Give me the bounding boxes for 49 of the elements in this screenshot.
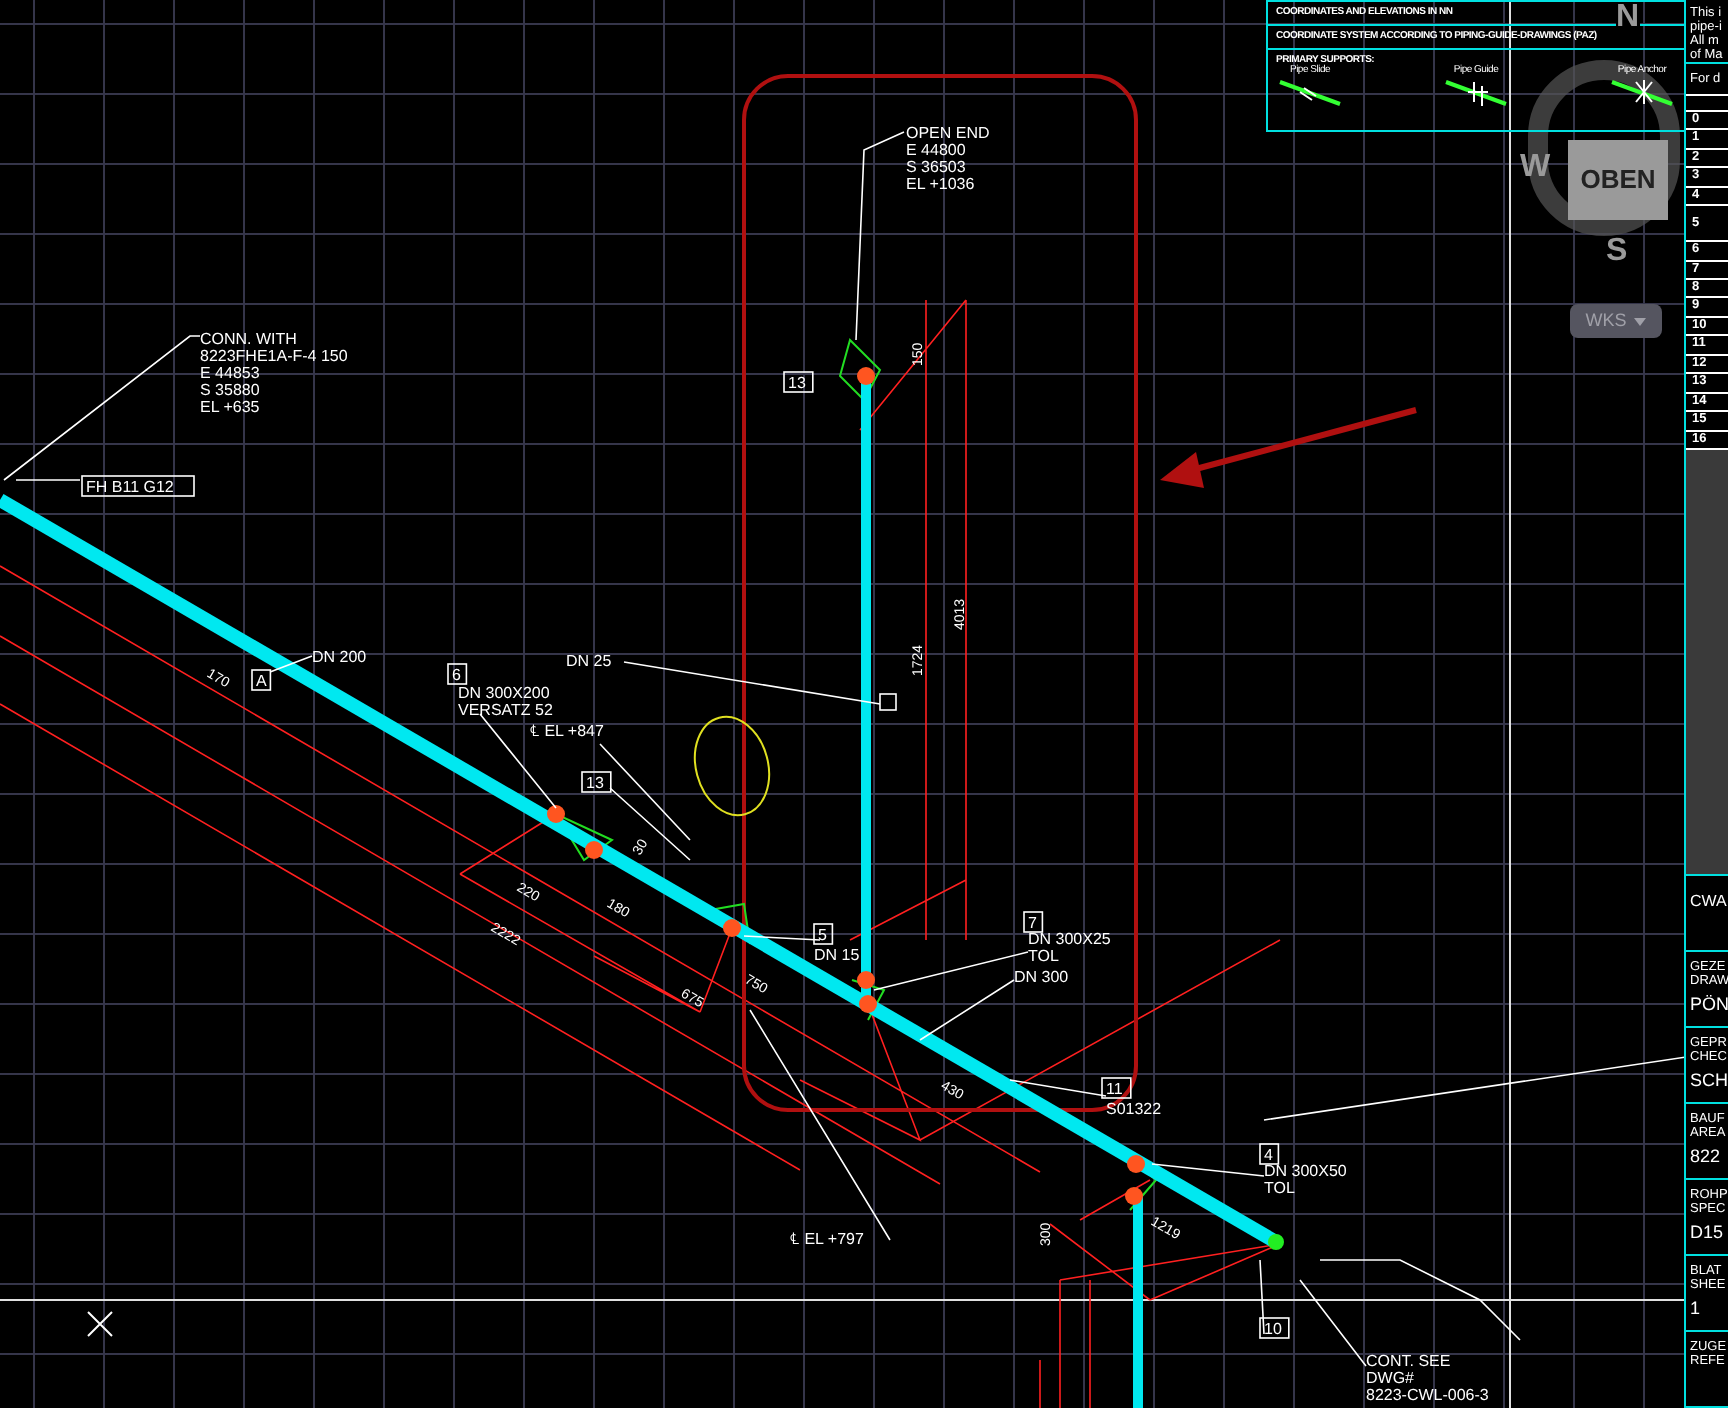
tag-label: FH B11 G12 (81, 475, 195, 497)
pipe-annotation: OPEN END E 44800 S 36503 EL +1036 (906, 124, 990, 193)
pipe-annotation: S01322 (1106, 1100, 1162, 1118)
field-text: D15 (1690, 1221, 1726, 1244)
tag-label: A (251, 669, 272, 691)
weld-point (857, 367, 875, 385)
axis-marker-icon (87, 1311, 113, 1337)
compass-west[interactable]: W (1520, 144, 1551, 192)
pipe-annotation: CONN. WITH 8223FHE1A-F-4 150 E 44853 S 35880 EL +635 (200, 330, 348, 416)
weld-point (857, 971, 875, 989)
tag-label: 10 (1259, 1317, 1290, 1339)
coordinate-system-menu[interactable]: WKS (1570, 304, 1662, 338)
tag-label: 13 (783, 371, 814, 393)
pipe-annotation: ℄ EL +797 (790, 1230, 864, 1248)
pipe-annotation: CONT. SEE DWG# 8223-CWL-006-3 (1366, 1352, 1489, 1404)
ellipse-marker (693, 715, 771, 817)
pipe-annotation: DN 300 (1014, 968, 1069, 986)
field-text: CWA (1690, 889, 1728, 912)
pipe-guide-icon (1442, 76, 1510, 108)
weld-point (585, 841, 603, 859)
pipe-annotation: DN 15 (814, 946, 860, 964)
weld-point (1125, 1187, 1143, 1205)
pipe-annotation: DN 200 (312, 648, 367, 666)
pipe-annotation: ℄ EL +847 (530, 722, 604, 740)
caret-icon (1634, 317, 1647, 325)
pipe-anchor-icon (1608, 76, 1676, 108)
tag-label: 5 (813, 923, 834, 945)
field-text: PÖN (1690, 993, 1728, 1016)
pipe-annotation: DN 300X50 TOL (1264, 1162, 1347, 1197)
pipe-slide-icon (1276, 76, 1344, 108)
field-text: SCH (1690, 1069, 1728, 1092)
pipe-end-marker (1268, 1234, 1284, 1250)
tag-label: 7 (1023, 911, 1044, 933)
tag-label: 13 (581, 771, 612, 793)
tag-label: 4 (1259, 1143, 1280, 1165)
field-text: 1 (1690, 1297, 1703, 1320)
weld-point (1127, 1155, 1145, 1173)
tag-label: 6 (447, 663, 468, 685)
pipe-annotation: DN 300X200 VERSATZ 52 (458, 684, 553, 719)
field-text: 822 (1690, 1145, 1723, 1168)
compass-south[interactable]: S (1606, 228, 1628, 276)
weld-point (859, 995, 877, 1013)
tag-label (879, 693, 897, 711)
weld-point (723, 919, 741, 937)
pipe-annotation: DN 25 (566, 652, 612, 670)
viewcube-face[interactable]: OBEN (1568, 140, 1668, 220)
pipe-annotation: DN 300X25 TOL (1028, 930, 1111, 965)
weld-point (547, 805, 565, 823)
tag-label: 11 (1101, 1077, 1132, 1099)
